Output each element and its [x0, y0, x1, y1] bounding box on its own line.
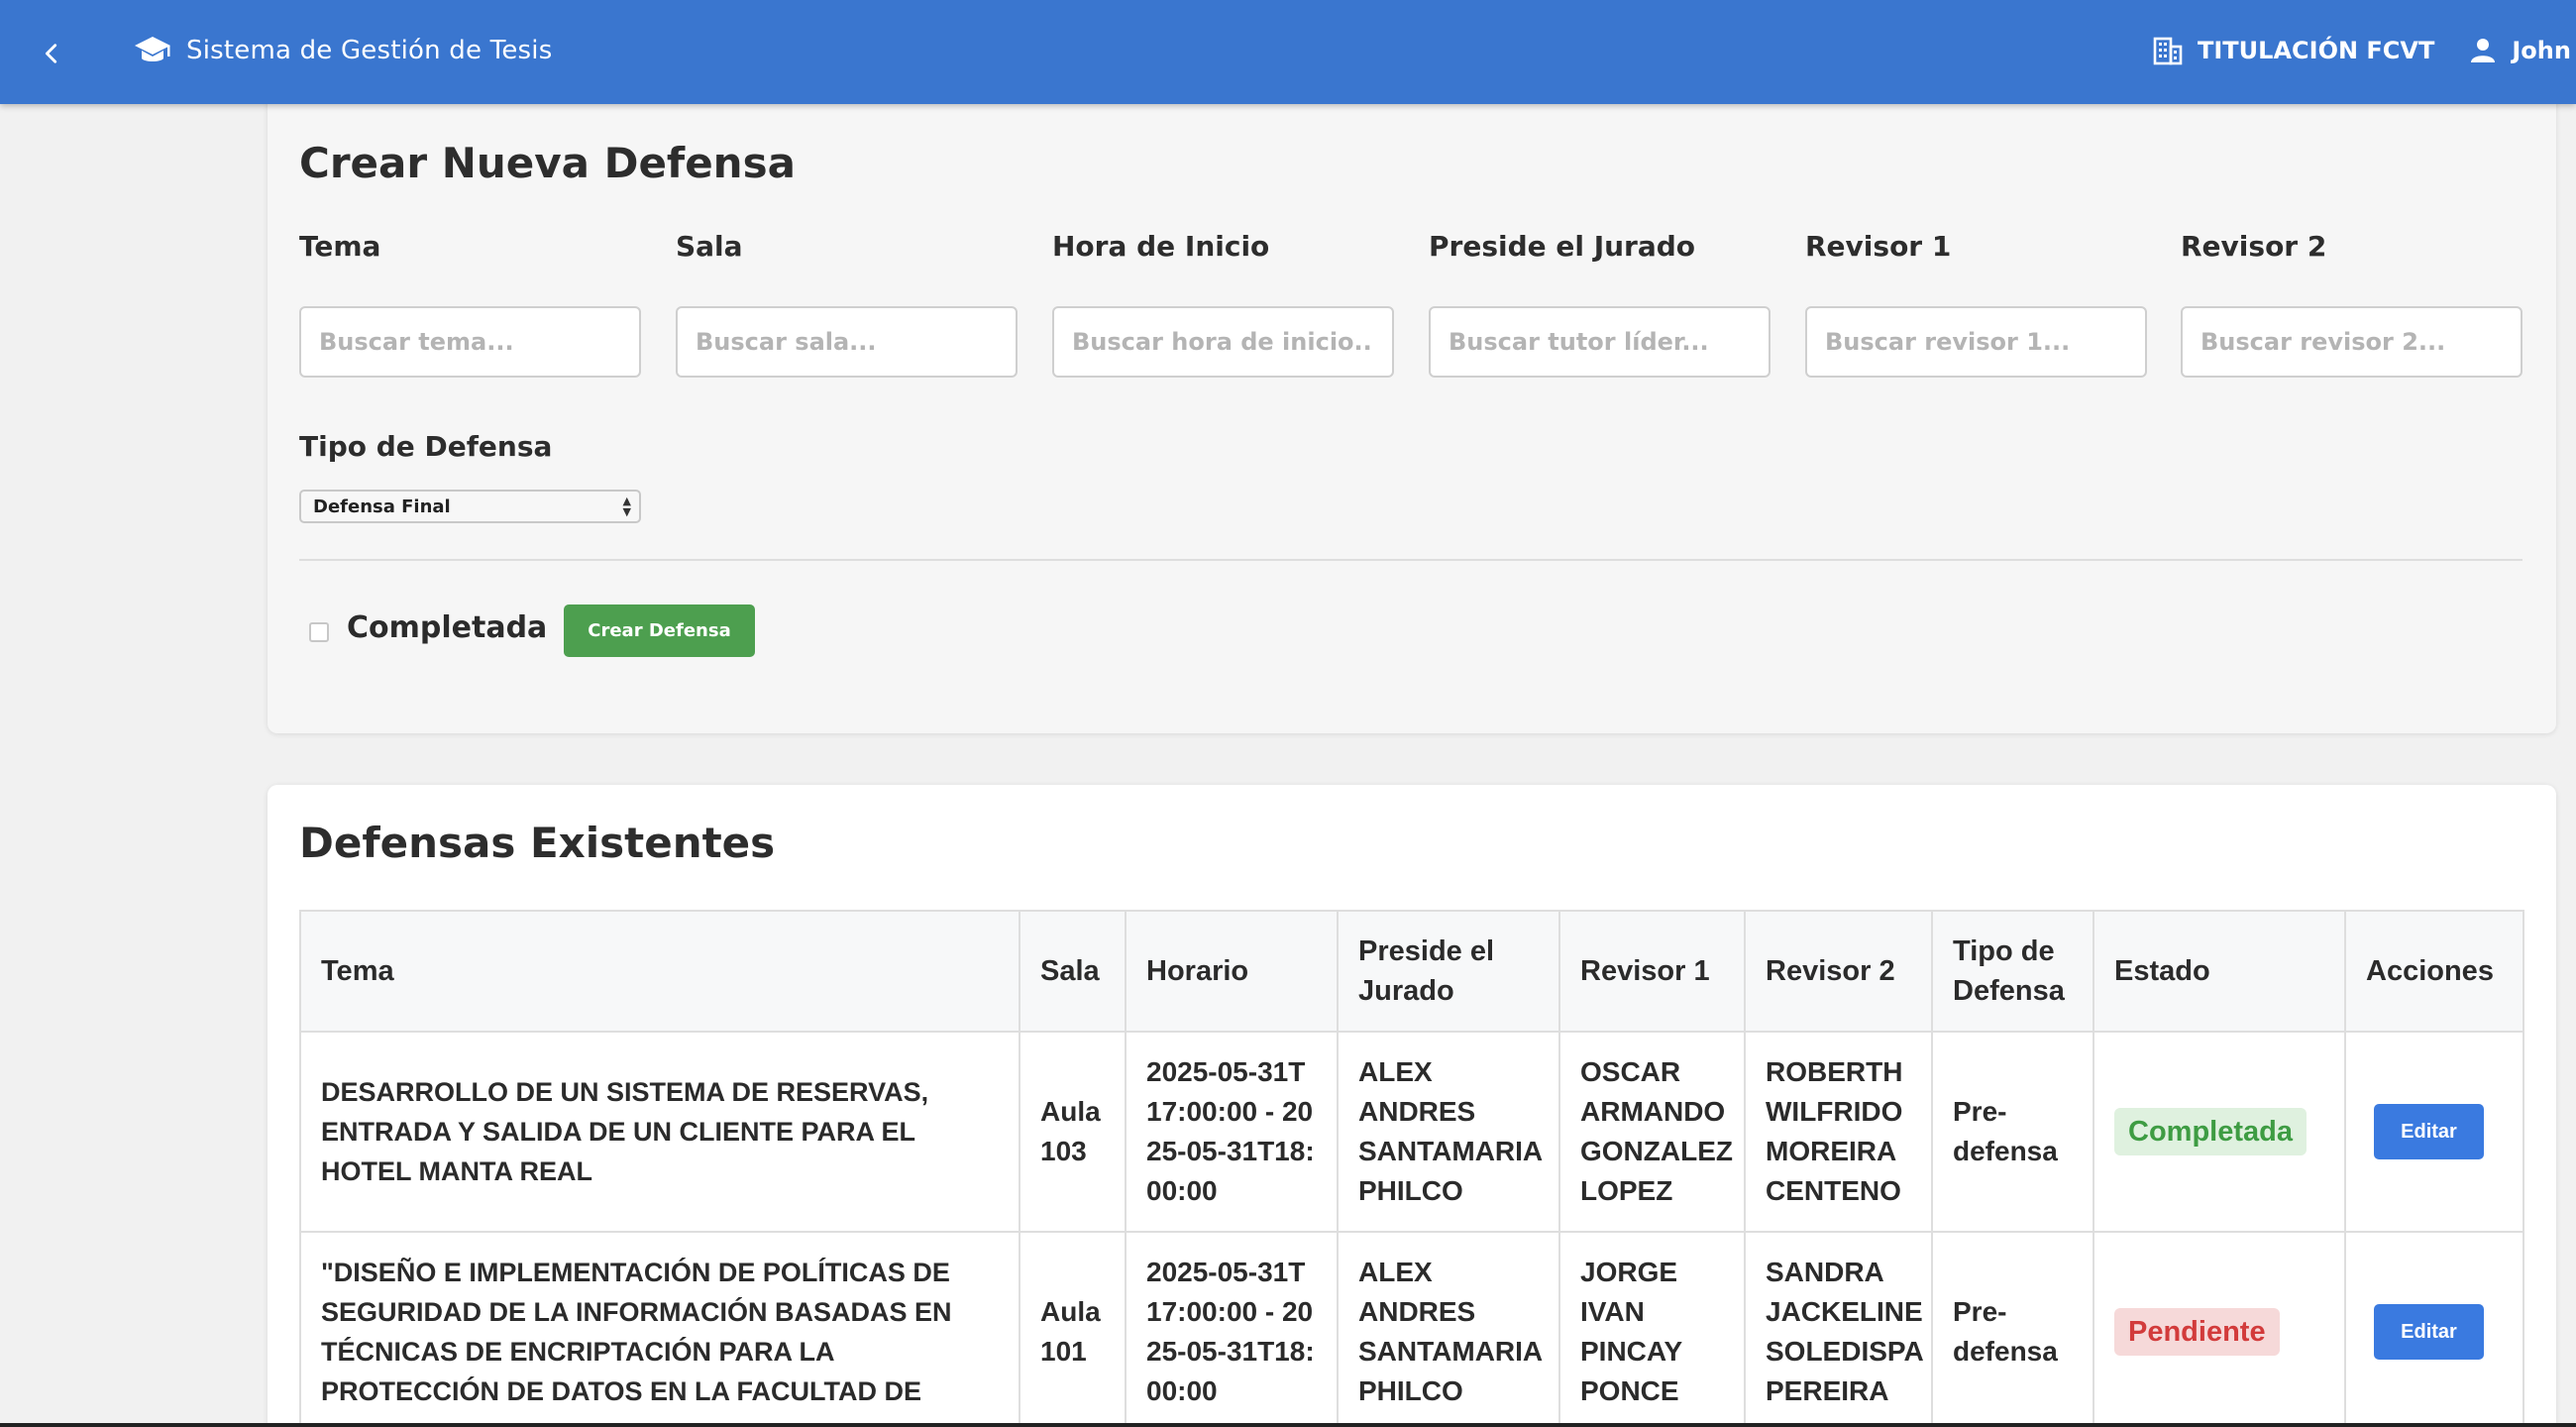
column-header-tipo: Tipo de Defensa	[1931, 910, 2094, 1033]
table-row: DESARROLLO DE UN SISTEMA DE RESERVAS, EN…	[299, 1031, 2524, 1233]
cell-tema: DESARROLLO DE UN SISTEMA DE RESERVAS, EN…	[299, 1031, 1020, 1233]
revisor-2-search-input[interactable]	[2181, 306, 2522, 378]
brand[interactable]: Sistema de Gestión de Tesis	[133, 30, 552, 71]
create-form-title: Crear Nueva Defensa	[299, 139, 796, 187]
tipo-defensa-select[interactable]: Defensa Final ▲ ▼	[299, 490, 641, 523]
preside-jurado-search-input[interactable]	[1429, 306, 1771, 378]
column-header-revisor-1: Revisor 1	[1558, 910, 1746, 1033]
existing-defenses-title: Defensas Existentes	[299, 819, 776, 867]
cell-acciones: Editar	[2344, 1031, 2524, 1233]
chevron-left-icon	[45, 44, 57, 63]
cell-tipo: Pre-defensa	[1931, 1031, 2094, 1233]
column-header-horario: Horario	[1125, 910, 1339, 1033]
cell-acciones: Editar	[2344, 1231, 2524, 1427]
cell-sala: Aula 101	[1019, 1231, 1127, 1427]
cell-revisor-2: SANDRA JACKELINE SOLEDISPA PEREIRA	[1744, 1231, 1933, 1427]
column-header-preside: Preside el Jurado	[1337, 910, 1560, 1033]
cell-sala: Aula 103	[1019, 1031, 1127, 1233]
cell-revisor-1: OSCAR ARMANDO GONZALEZ LOPEZ	[1558, 1031, 1746, 1233]
person-icon	[2471, 39, 2496, 62]
hora-inicio-label: Hora de Inicio	[1052, 230, 1270, 263]
building-icon	[2153, 37, 2183, 65]
edit-button[interactable]: Editar	[2374, 1104, 2484, 1159]
status-badge: Pendiente	[2114, 1308, 2280, 1356]
table-row: "DISEÑO E IMPLEMENTACIÓN DE POLÍTICAS DE…	[299, 1231, 2524, 1427]
nav-right: TITULACIÓN FCVT John C.	[2152, 30, 2576, 71]
tipo-defensa-label: Tipo de Defensa	[299, 430, 553, 463]
crear-defensa-button[interactable]: Crear Defensa	[564, 604, 755, 657]
window-bottom-edge	[0, 1423, 2576, 1427]
column-header-revisor-2: Revisor 2	[1744, 910, 1933, 1033]
status-badge: Completada	[2114, 1108, 2307, 1155]
cell-revisor-1: JORGE IVAN PINCAY PONCE	[1558, 1231, 1746, 1427]
cell-horario: 2025-05-31T17:00:00 - 2025-05-31T18:00:0…	[1125, 1231, 1339, 1427]
cell-estado: Completada	[2093, 1031, 2346, 1233]
edit-button[interactable]: Editar	[2374, 1304, 2484, 1360]
column-header-estado: Estado	[2093, 910, 2346, 1033]
cell-tema: "DISEÑO E IMPLEMENTACIÓN DE POLÍTICAS DE…	[299, 1231, 1020, 1427]
cell-tipo: Pre-defensa	[1931, 1231, 2094, 1427]
defenses-table-wrap: Tema Sala Horario Preside el Jurado Revi…	[299, 910, 2524, 1427]
revisor-1-label: Revisor 1	[1805, 230, 1952, 263]
cell-preside: ALEX ANDRES SANTAMARIA PHILCO	[1337, 1231, 1560, 1427]
completada-label: Completada	[347, 610, 548, 645]
revisor-2-label: Revisor 2	[2181, 230, 2327, 263]
hora-inicio-search-input[interactable]	[1052, 306, 1394, 378]
preside-jurado-label: Preside el Jurado	[1429, 230, 1696, 263]
tema-search-input[interactable]	[299, 306, 641, 378]
sala-search-input[interactable]	[676, 306, 1018, 378]
revisor-1-search-input[interactable]	[1805, 306, 2147, 378]
back-button[interactable]	[28, 30, 75, 77]
form-divider	[299, 559, 2522, 561]
column-header-tema: Tema	[299, 910, 1020, 1033]
cell-horario: 2025-05-31T17:00:00 - 2025-05-31T18:00:0…	[1125, 1031, 1339, 1233]
user-menu[interactable]: John C.	[2512, 37, 2576, 64]
sala-label: Sala	[676, 230, 743, 263]
top-navbar: Sistema de Gestión de Tesis TITULACIÓN F…	[0, 0, 2576, 104]
column-header-acciones: Acciones	[2344, 910, 2524, 1033]
app-title: Sistema de Gestión de Tesis	[186, 36, 553, 65]
cell-estado: Pendiente	[2093, 1231, 2346, 1427]
column-header-sala: Sala	[1019, 910, 1127, 1033]
faculty-menu[interactable]: TITULACIÓN FCVT	[2198, 37, 2434, 64]
cell-revisor-2: ROBERTH WILFRIDO MOREIRA CENTENO	[1744, 1031, 1933, 1233]
tema-label: Tema	[299, 230, 381, 263]
defenses-table: Tema Sala Horario Preside el Jurado Revi…	[299, 910, 2524, 1427]
cell-preside: ALEX ANDRES SANTAMARIA PHILCO	[1337, 1031, 1560, 1233]
tipo-defensa-value: Defensa Final	[313, 495, 451, 517]
graduation-cap-icon	[135, 37, 170, 61]
completada-checkbox[interactable]	[309, 622, 329, 642]
table-header-row: Tema Sala Horario Preside el Jurado Revi…	[299, 910, 2524, 1033]
select-arrows-icon: ▲ ▼	[622, 494, 631, 518]
